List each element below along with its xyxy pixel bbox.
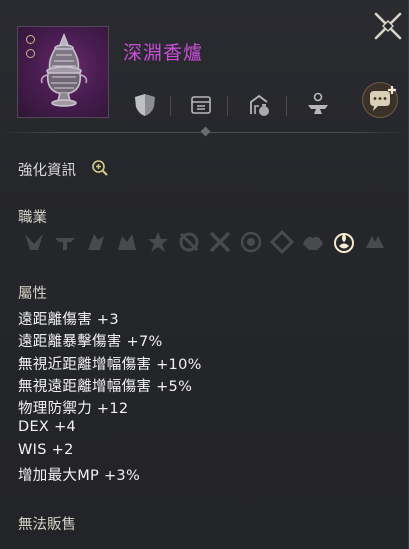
- item-tooltip-panel: 深淵香爐 強化資訊 職業 屬性 遠距離傷害 +3 遠距離暴擊傷害 +7% 無視近…: [0, 0, 409, 549]
- attribute-section-title: 屬性: [18, 286, 47, 302]
- attribute-list: 遠距離傷害 +3 遠距離暴擊傷害 +7% 無視近距離增幅傷害 +10% 無視遠距…: [18, 308, 202, 486]
- class-6-icon: [179, 232, 199, 252]
- class-section-title: 職業: [18, 210, 47, 226]
- close-icon[interactable]: [372, 10, 404, 42]
- attribute-line: 遠距離傷害 +3: [18, 312, 119, 328]
- attribute-line: 無視近距離增幅傷害 +10%: [18, 356, 202, 373]
- toolbar-separator: [170, 96, 171, 116]
- toolbar-separator: [286, 96, 287, 116]
- class-3-icon: [88, 234, 104, 250]
- class-4-icon: [118, 234, 136, 250]
- class-12-icon: [366, 236, 384, 248]
- attribute-line: DEX +4: [18, 419, 77, 436]
- class-10-icon: [303, 236, 323, 250]
- item-icon: [17, 26, 109, 118]
- class-9-icon: [270, 230, 294, 254]
- class-11-icon: [334, 233, 354, 253]
- storage-icon[interactable]: [188, 92, 214, 118]
- class-5-icon: [148, 232, 168, 252]
- attribute-line: WIS +2: [18, 441, 74, 458]
- attribute-line: 無視遠距離增幅傷害 +5%: [18, 378, 193, 395]
- class-7-icon: [209, 231, 231, 253]
- divider-ornament: [200, 126, 211, 137]
- enhance-info-label: 強化資訊: [18, 163, 76, 179]
- class-1-icon: [25, 234, 43, 250]
- attribute-line: 遠距離暴擊傷害 +7%: [18, 334, 163, 351]
- cannot-sell-label: 無法販售: [18, 517, 76, 533]
- incense-burner-icon: [40, 32, 88, 107]
- item-name: 深淵香爐: [123, 42, 204, 64]
- anvil-icon[interactable]: [305, 92, 331, 118]
- trade-icon[interactable]: [246, 92, 272, 118]
- attribute-line: 物理防禦力 +12: [18, 401, 129, 418]
- toolbar-separator: [227, 96, 228, 116]
- chat-add-button[interactable]: [362, 82, 398, 118]
- shield-icon[interactable]: [132, 92, 158, 118]
- class-8-icon: [240, 231, 262, 253]
- attribute-line: 增加最大MP +3%: [18, 468, 141, 485]
- class-icons-row: [22, 230, 392, 260]
- magnify-plus-icon[interactable]: [91, 159, 109, 177]
- chat-add-icon: [370, 86, 396, 111]
- class-2-icon: [55, 238, 75, 250]
